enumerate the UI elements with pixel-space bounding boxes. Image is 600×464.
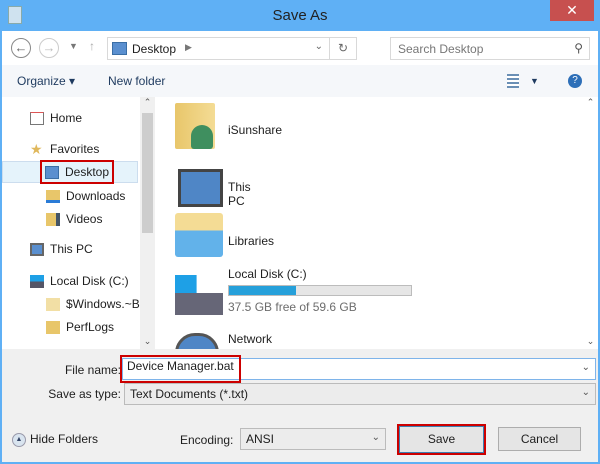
chevron-down-icon[interactable]: ⌄ xyxy=(315,41,323,52)
help-icon[interactable]: ? xyxy=(568,74,582,88)
desktop-icon xyxy=(112,42,127,55)
organize-button[interactable]: Organize ▾ xyxy=(17,74,75,88)
scroll-up-icon[interactable]: ⌃ xyxy=(583,97,598,108)
save-as-type-label: Save as type: xyxy=(48,387,121,401)
chevron-down-icon[interactable]: ⌄ xyxy=(582,362,590,373)
navigation-bar: ← → ▼ ↑ Desktop ▶ ⌄ ↻ Search Desktop ⚲ xyxy=(2,31,598,65)
address-path: Desktop xyxy=(132,42,177,56)
scroll-down-icon[interactable]: ⌄ xyxy=(583,336,598,347)
window-title: Save As xyxy=(272,7,328,24)
encoding-value: ANSI xyxy=(246,432,275,446)
hide-folders-label: Hide Folders xyxy=(30,432,99,446)
search-icon: ⚲ xyxy=(574,41,583,55)
sidebar-item-label: Desktop xyxy=(65,165,110,179)
sidebar-item-perflogs[interactable]: PerfLogs xyxy=(46,316,114,338)
file-list: iSunshare This PC Libraries Local Disk (… xyxy=(165,97,598,349)
scroll-down-icon[interactable]: ⌄ xyxy=(140,336,155,347)
save-options-panel: File name: Device Manager.bat ⌄ Save as t… xyxy=(2,349,598,462)
filename-input[interactable]: Device Manager.bat ⌄ xyxy=(120,355,596,383)
refresh-button[interactable]: ↻ xyxy=(329,37,357,60)
sidebar-item-label: PerfLogs xyxy=(66,320,115,334)
sidebar-item-this-pc[interactable]: This PC xyxy=(30,238,93,260)
folder-icon xyxy=(46,298,60,312)
folder-icon xyxy=(46,321,60,335)
cancel-button[interactable]: Cancel xyxy=(498,427,581,451)
computer-icon xyxy=(178,169,223,207)
save-as-type-select[interactable]: Text Documents (*.txt) ⌄ xyxy=(124,383,596,405)
sidebar-item-local-disk[interactable]: Local Disk (C:) xyxy=(30,270,129,292)
user-folder-icon xyxy=(175,103,215,149)
sidebar-scrollbar[interactable]: ⌃ ⌄ xyxy=(140,97,155,349)
breadcrumb-arrow-icon[interactable]: ▶ xyxy=(185,42,192,53)
encoding-select[interactable]: ANSI ⌄ xyxy=(240,428,386,450)
save-as-dialog: Save As ✕ ← → ▼ ↑ Desktop ▶ ⌄ ↻ Search D… xyxy=(0,0,600,464)
sidebar-item-downloads[interactable]: Downloads xyxy=(46,185,125,207)
sidebar-item-windows-bt[interactable]: $Windows.~BT xyxy=(46,293,140,315)
sidebar-item-home[interactable]: Home xyxy=(30,107,82,129)
sidebar-item-favorites[interactable]: ★ Favorites xyxy=(30,138,99,160)
file-name: Network xyxy=(228,332,273,346)
desktop-icon xyxy=(45,166,59,180)
back-button[interactable]: ← xyxy=(11,38,31,58)
view-dropdown-icon[interactable]: ▼ xyxy=(530,76,539,86)
chevron-down-icon[interactable]: ⌄ xyxy=(372,432,380,443)
filename-value: Device Manager.bat xyxy=(120,355,241,383)
scroll-up-icon[interactable]: ⌃ xyxy=(140,97,155,108)
navigation-pane: Home ★ Favorites Desktop Downloads Videos… xyxy=(2,97,157,349)
filename-label: File name: xyxy=(64,363,121,377)
address-bar[interactable]: Desktop ▶ ⌄ xyxy=(107,37,330,60)
file-name: iSunshare xyxy=(228,123,283,137)
toolbar: Organize ▾ New folder ▼ ? xyxy=(2,65,598,97)
file-name: Local Disk (C:) xyxy=(228,267,307,281)
sidebar-item-desktop[interactable]: Desktop xyxy=(39,160,115,184)
libraries-icon xyxy=(175,213,223,257)
drive-icon xyxy=(30,275,44,289)
downloads-folder-icon xyxy=(46,190,60,204)
new-folder-button[interactable]: New folder xyxy=(108,74,165,88)
scrollbar-thumb[interactable] xyxy=(142,113,153,233)
sidebar-item-label: This PC xyxy=(50,242,93,256)
save-button[interactable]: Save xyxy=(397,424,486,455)
hide-folders-button[interactable]: ▲ Hide Folders xyxy=(12,432,98,447)
view-options-icon[interactable] xyxy=(507,74,519,88)
network-icon xyxy=(175,333,219,349)
chevron-down-icon[interactable]: ⌄ xyxy=(582,387,590,398)
sidebar-item-label: Videos xyxy=(66,212,103,226)
sidebar-item-videos[interactable]: Videos xyxy=(46,208,102,230)
up-button[interactable]: ↑ xyxy=(89,39,95,53)
sidebar-item-label: Downloads xyxy=(66,189,126,203)
recent-dropdown-icon[interactable]: ▼ xyxy=(69,41,78,51)
forward-button[interactable]: → xyxy=(39,38,59,58)
file-name: This PC xyxy=(228,180,251,208)
sidebar-item-label: $Windows.~BT xyxy=(66,297,140,311)
file-list-scrollbar[interactable]: ⌃ ⌄ xyxy=(583,97,598,349)
sidebar-item-label: Local Disk (C:) xyxy=(50,274,129,288)
encoding-label: Encoding: xyxy=(180,433,234,447)
close-button[interactable]: ✕ xyxy=(550,0,594,21)
sidebar-item-label: Home xyxy=(50,111,83,125)
disk-free-space: 37.5 GB free of 59.6 GB xyxy=(228,300,357,314)
disk-usage-bar xyxy=(228,285,412,296)
computer-icon xyxy=(30,243,44,257)
star-icon: ★ xyxy=(30,141,43,158)
disk-usage-fill xyxy=(229,286,297,295)
search-input[interactable]: Search Desktop ⚲ xyxy=(390,37,590,60)
home-icon xyxy=(30,112,44,126)
search-placeholder: Search Desktop xyxy=(398,42,484,56)
save-as-type-value: Text Documents (*.txt) xyxy=(130,387,249,401)
drive-icon xyxy=(175,271,223,315)
collapse-icon: ▲ xyxy=(12,432,26,447)
file-name: Libraries xyxy=(228,234,275,248)
videos-folder-icon xyxy=(46,213,60,227)
sidebar-item-label: Favorites xyxy=(50,142,100,156)
